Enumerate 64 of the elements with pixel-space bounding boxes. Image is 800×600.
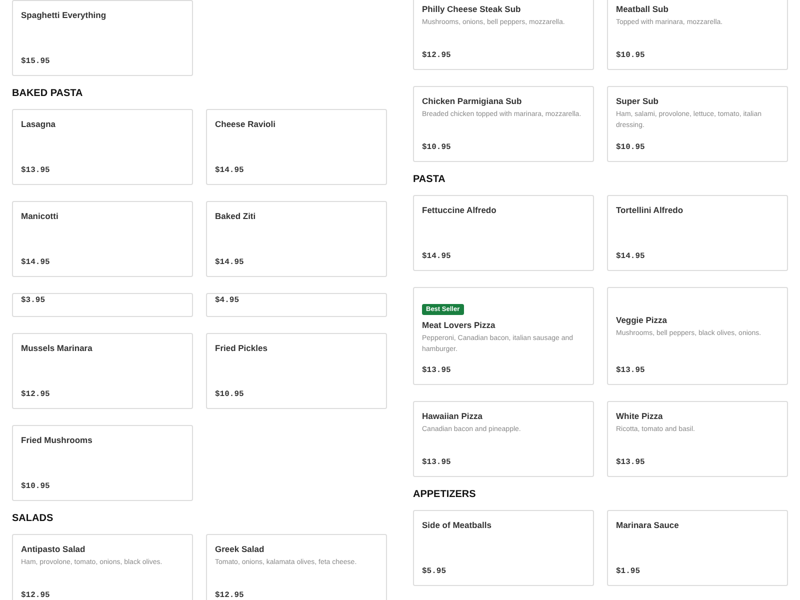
item-name: Philly Cheese Steak Sub: [422, 3, 521, 15]
item-price: $5.95: [422, 566, 446, 578]
menu-item-card[interactable]: Fettuccine Alfredo $14.95: [413, 195, 594, 271]
menu-item-card[interactable]: Lasagna $13.95: [12, 109, 193, 185]
section-heading: PASTA: [413, 174, 446, 186]
item-name: Chicken Parmigiana Sub: [422, 95, 522, 107]
item-price: $14.95: [616, 251, 645, 263]
item-name: Cheese Ravioli: [215, 118, 276, 130]
item-name: Spaghetti Everything: [21, 9, 106, 21]
item-name: Side of Meatballs: [422, 519, 492, 531]
item-name: Mussels Marinara: [21, 342, 92, 354]
item-price: $14.95: [215, 257, 244, 269]
item-price: $10.95: [616, 50, 645, 62]
item-price: $12.95: [21, 590, 50, 600]
item-price: $12.95: [21, 389, 50, 401]
item-name: White Pizza: [616, 410, 663, 422]
item-name: Meat Lovers Pizza: [422, 319, 496, 331]
menu-item-card[interactable]: Side of Meatballs $5.95: [413, 510, 594, 586]
item-name: Greek Salad: [215, 543, 264, 555]
menu-item-card[interactable]: Manicotti $14.95: [12, 201, 193, 277]
item-price: $10.95: [616, 142, 645, 154]
item-name: Super Sub: [616, 95, 659, 107]
section-heading: SALADS: [12, 513, 54, 525]
menu-item-card[interactable]: Spaghetti Everything $15.95: [12, 0, 193, 76]
item-name: Hawaiian Pizza: [422, 410, 482, 422]
menu-item-card[interactable]: $3.95: [12, 293, 193, 317]
section-heading: BAKED PASTA: [12, 88, 84, 100]
item-price: $3.95: [21, 295, 46, 307]
item-price: $12.95: [422, 50, 451, 62]
item-name: Fried Mushrooms: [21, 434, 92, 446]
item-price: $14.95: [215, 165, 244, 177]
item-price: $10.95: [215, 389, 244, 401]
item-name: Veggie Pizza: [616, 314, 668, 326]
item-price: $13.95: [616, 457, 645, 469]
item-name: Tortellini Alfredo: [616, 204, 684, 216]
item-price: $1.95: [616, 566, 640, 578]
item-name: Fettuccine Alfredo: [422, 204, 496, 216]
menu-item-card[interactable]: Fried Mushrooms $10.95: [12, 425, 193, 501]
item-name: Manicotti: [21, 210, 58, 222]
item-price: $14.95: [422, 251, 451, 263]
item-price: $13.95: [21, 165, 50, 177]
item-price: $13.95: [422, 457, 451, 469]
menu-item-card[interactable]: Fried Pickles $10.95: [206, 333, 387, 409]
menu-item-card[interactable]: Marinara Sauce $1.95: [607, 510, 788, 586]
menu-item-card[interactable]: Mussels Marinara $12.95: [12, 333, 193, 409]
item-name: Lasagna: [21, 118, 56, 130]
menu-item-card[interactable]: $4.95: [206, 293, 387, 317]
item-name: Meatball Sub: [616, 3, 668, 15]
item-price: $12.95: [215, 590, 244, 600]
menu-item-card[interactable]: Cheese Ravioli $14.95: [206, 109, 387, 185]
item-price: $13.95: [616, 365, 645, 377]
item-price: $10.95: [422, 142, 451, 154]
item-price: $15.95: [21, 56, 50, 68]
item-price: $4.95: [215, 295, 240, 307]
menu-item-card[interactable]: Baked Ziti $14.95: [206, 201, 387, 277]
item-name: Antipasto Salad: [21, 543, 86, 555]
item-price: $13.95: [422, 365, 451, 377]
item-price: $14.95: [21, 257, 50, 269]
item-name: Marinara Sauce: [616, 519, 679, 531]
item-name: Baked Ziti: [215, 210, 256, 222]
item-price: $10.95: [21, 481, 50, 493]
menu-item-card[interactable]: Tortellini Alfredo $14.95: [607, 195, 788, 271]
section-heading: APPETIZERS: [413, 489, 477, 501]
item-name: Fried Pickles: [215, 342, 268, 354]
